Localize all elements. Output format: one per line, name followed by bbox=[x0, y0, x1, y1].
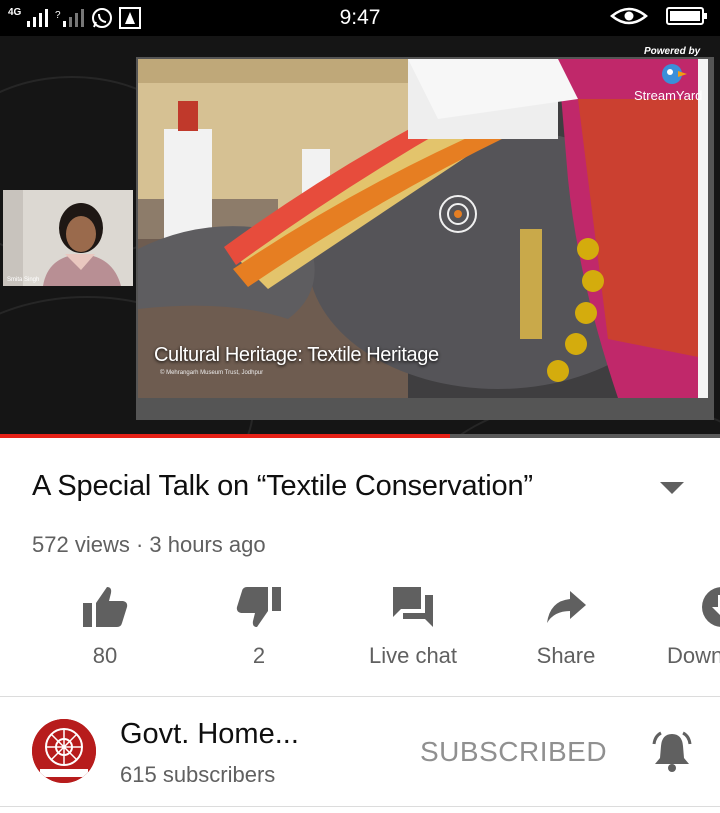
chat-icon bbox=[393, 587, 433, 627]
divider bbox=[0, 806, 720, 807]
streamyard-logo-icon bbox=[662, 64, 687, 84]
dislike-count: 2 bbox=[252, 643, 266, 668]
speaker-camera: Smita Singh bbox=[3, 190, 133, 286]
video-progress-bar[interactable] bbox=[0, 434, 720, 438]
share-icon bbox=[547, 591, 586, 623]
like-button[interactable]: 80 bbox=[40, 585, 170, 669]
download-icon bbox=[702, 587, 720, 627]
bell-icon[interactable] bbox=[650, 730, 694, 774]
channel-name[interactable]: Govt. Home... bbox=[120, 718, 299, 751]
video-meta: 572 views · 3 hours ago bbox=[32, 532, 266, 557]
divider bbox=[0, 696, 720, 697]
download-button[interactable]: Download bbox=[655, 585, 720, 675]
slide-title: Cultural Heritage: Textile Heritage bbox=[154, 344, 439, 366]
channel-logo-icon bbox=[32, 719, 96, 783]
thumbs-down-icon bbox=[236, 587, 281, 627]
presentation-slide: Cultural Heritage: Textile Heritage © Me… bbox=[136, 57, 714, 420]
share-label: Share bbox=[536, 643, 596, 668]
brand-name: StreamYard bbox=[634, 88, 703, 103]
share-button[interactable]: Share bbox=[501, 585, 631, 669]
subscriber-count: 615 subscribers bbox=[120, 762, 276, 787]
video-progress-played bbox=[0, 434, 450, 438]
like-count: 80 bbox=[92, 643, 118, 668]
live-chat-button[interactable]: Live chat bbox=[348, 585, 478, 669]
status-bar: 4G ? 9:47 bbox=[0, 0, 720, 36]
battery-icon bbox=[666, 7, 707, 25]
download-label: Download bbox=[667, 643, 720, 668]
powered-by-label: Powered by bbox=[644, 46, 701, 57]
dislike-button[interactable]: 2 bbox=[194, 585, 324, 669]
thumbs-up-icon bbox=[83, 587, 128, 627]
speaker-name: Smita Singh bbox=[7, 277, 40, 283]
channel-avatar[interactable] bbox=[32, 719, 96, 783]
slide-image: Cultural Heritage: Textile Heritage © Me… bbox=[138, 59, 708, 398]
video-title[interactable]: A Special Talk on “Textile Conservation” bbox=[32, 470, 533, 503]
live-chat-label: Live chat bbox=[368, 643, 458, 668]
expand-description-icon[interactable] bbox=[660, 482, 684, 494]
status-icons-right bbox=[610, 6, 708, 26]
speaker-video-frame bbox=[3, 190, 133, 286]
slide-credit: © Mehrangarh Museum Trust, Jodhpur bbox=[160, 370, 264, 376]
eye-comfort-icon bbox=[610, 7, 648, 25]
subscribed-button[interactable]: SUBSCRIBED bbox=[420, 736, 607, 768]
video-player[interactable]: Smita Singh Cultural Heritage: Textile H… bbox=[0, 36, 720, 438]
